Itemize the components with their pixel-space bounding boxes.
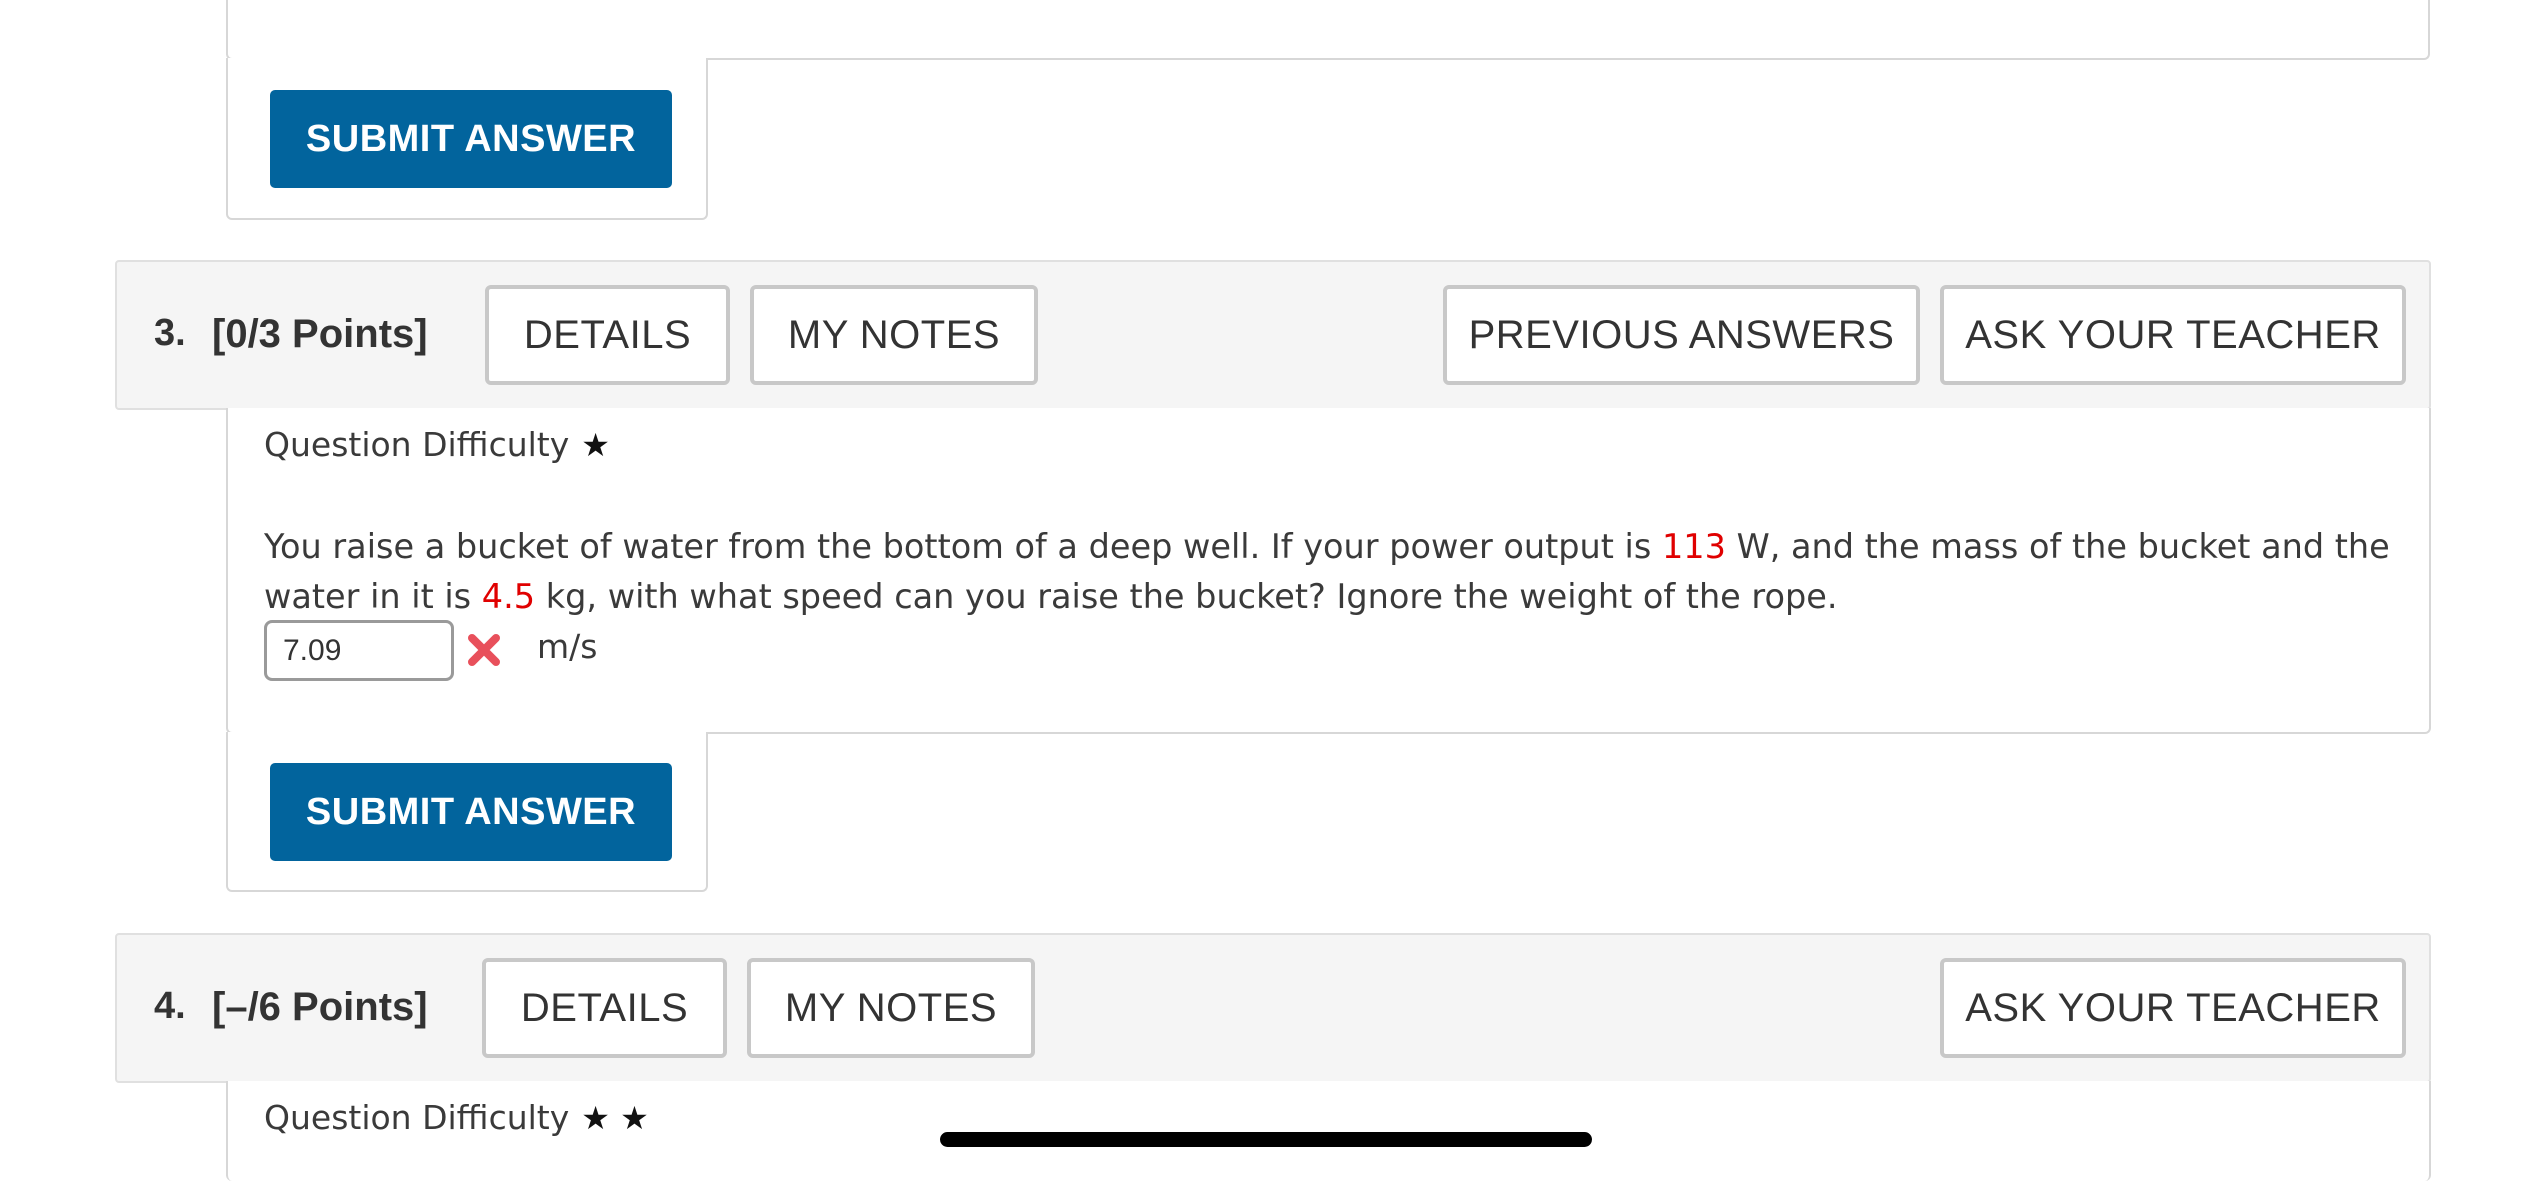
previous-answers-button[interactable]: PREVIOUS ANSWERS: [1443, 285, 1920, 385]
answer-input[interactable]: 7.09: [264, 620, 454, 681]
question-number: 4.: [154, 985, 186, 1027]
question-text-part3: kg, with what speed can you raise the bu…: [535, 577, 1838, 616]
details-button[interactable]: DETAILS: [482, 958, 727, 1058]
question-points: [0/3 Points]: [212, 312, 428, 356]
difficulty-star-icon: ★ ★: [581, 1098, 649, 1137]
question-difficulty: Question Difficulty ★ ★: [264, 1098, 649, 1137]
question-text: You raise a bucket of water from the bot…: [264, 522, 2404, 622]
submit-answer-button[interactable]: SUBMIT ANSWER: [270, 90, 672, 188]
my-notes-button[interactable]: MY NOTES: [750, 285, 1038, 385]
incorrect-x-icon: [466, 632, 502, 668]
question-points: [–/6 Points]: [212, 985, 428, 1029]
my-notes-button[interactable]: MY NOTES: [747, 958, 1035, 1058]
submit-answer-button[interactable]: SUBMIT ANSWER: [270, 763, 672, 861]
answer-unit: m/s: [537, 627, 598, 666]
question-difficulty: Question Difficulty ★: [264, 425, 610, 464]
details-button[interactable]: DETAILS: [485, 285, 730, 385]
mass-value: 4.5: [481, 577, 536, 616]
ask-your-teacher-button[interactable]: ASK YOUR TEACHER: [1940, 958, 2406, 1058]
question-number: 3.: [154, 312, 186, 354]
power-value: 113: [1661, 527, 1726, 566]
previous-question-body: [226, 0, 2430, 60]
question-text-part1: You raise a bucket of water from the bot…: [264, 527, 1662, 566]
difficulty-label: Question Difficulty: [264, 425, 570, 464]
ask-your-teacher-button[interactable]: ASK YOUR TEACHER: [1940, 285, 2406, 385]
difficulty-label: Question Difficulty: [264, 1098, 570, 1137]
home-indicator[interactable]: [940, 1132, 1592, 1147]
difficulty-star-icon: ★: [581, 425, 610, 464]
